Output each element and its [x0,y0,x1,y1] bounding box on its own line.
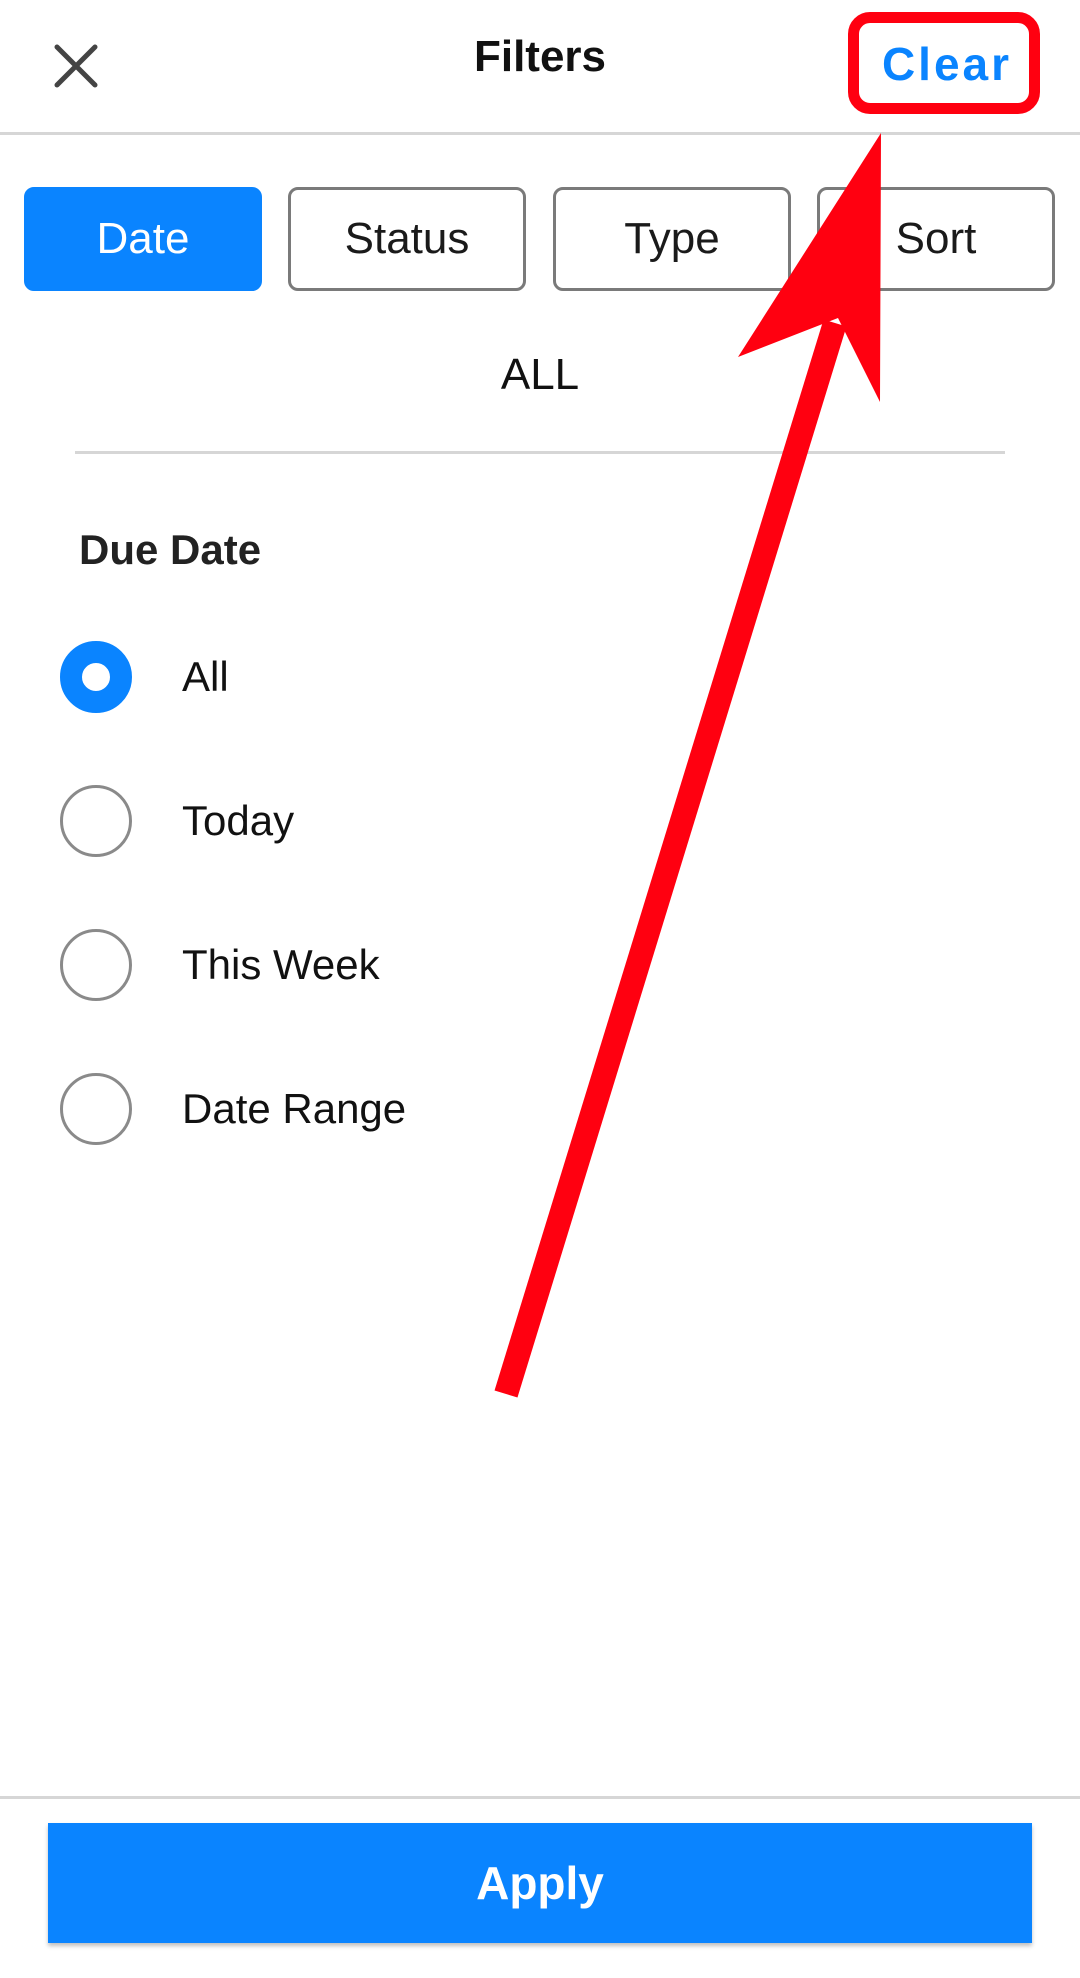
radio-option-today[interactable]: Today [60,781,580,861]
radio-button[interactable] [60,785,132,857]
tab-type[interactable]: Type [553,187,791,291]
divider [75,451,1005,454]
tab-sort[interactable]: Sort [817,187,1055,291]
filter-tabs: Date Status Type Sort [24,187,1056,292]
apply-button[interactable]: Apply [48,1823,1032,1943]
radio-button[interactable] [60,929,132,1001]
filters-screen: Filters Clear Date Status Type Sort ALL … [0,0,1080,1978]
radio-button[interactable] [60,1073,132,1145]
radio-button-checked[interactable] [60,641,132,713]
radio-label: This Week [182,941,380,988]
radio-label: All [182,653,229,700]
tab-date[interactable]: Date [24,187,262,291]
tab-status[interactable]: Status [288,187,526,291]
radio-option-this-week[interactable]: This Week [60,925,580,1005]
radio-label: Today [182,797,295,844]
clear-button[interactable]: Clear [872,28,1022,100]
radio-label: Date Range [182,1085,407,1132]
footer-divider [0,1796,1080,1799]
radio-option-all[interactable]: All [60,637,580,717]
radio-option-date-range[interactable]: Date Range [60,1069,580,1149]
header: Filters Clear [0,0,1080,135]
selection-summary: ALL [500,350,580,399]
due-date-heading: Due Date [79,526,262,573]
